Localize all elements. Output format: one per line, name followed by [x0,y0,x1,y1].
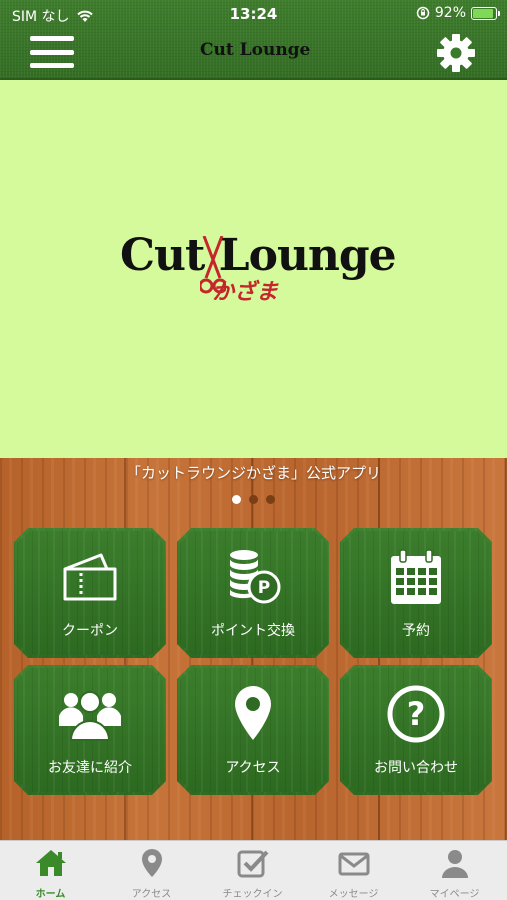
orientation-lock-icon [416,6,430,20]
coupon-button[interactable]: クーポン [14,528,166,658]
home-icon [35,850,66,876]
page-dot-2[interactable] [249,495,258,504]
tab-checkin[interactable]: チェックイン [202,841,303,900]
tab-message-label: メッセージ [328,889,379,900]
battery-fill [473,8,494,18]
question-circle-icon: ? [387,685,445,743]
coins-point-icon: P [230,550,281,604]
access-label: アクセス [225,760,281,776]
scissors-icon [200,236,226,294]
point-exchange-label: ポイント交換 [211,623,295,639]
gear-icon[interactable] [435,32,477,74]
tab-home-label: ホーム [35,889,66,900]
app-header: Cut Lounge [0,28,507,78]
svg-text:?: ? [407,695,426,733]
tab-home[interactable]: ホーム [0,841,101,900]
top-bar: SIM なし 13:24 92% Cut Lounge [0,0,507,80]
page-dot-1[interactable] [232,495,241,504]
tab-message[interactable]: メッセージ [303,841,404,900]
group-users-icon [59,691,121,741]
access-button[interactable]: アクセス [177,665,329,795]
coupon-label: クーポン [62,623,118,639]
battery-percent: 92% [434,5,466,21]
checkbox-icon [237,850,268,878]
contact-label: お問い合わせ [374,760,458,776]
calendar-icon [391,549,441,604]
map-pin-icon [141,849,162,877]
shop-logo: Cut Lounge かざま [120,230,397,310]
page-dot-3[interactable] [266,495,275,504]
tab-checkin-label: チェックイン [222,889,283,900]
reservation-button[interactable]: 予約 [340,528,492,658]
refer-friend-button[interactable]: お友達に紹介 [14,665,166,795]
tab-access[interactable]: アクセス [101,841,202,900]
banner-text: 「カットラウンジかざま」公式アプリ [125,464,381,482]
refer-friend-label: お友達に紹介 [48,760,132,776]
battery-icon [471,6,500,20]
bottom-tab-bar: ホーム アクセス チェックイン メッセージ マイページ [0,840,507,900]
map-pin-icon [235,686,271,740]
user-icon [441,850,468,878]
hamburger-menu-icon[interactable] [30,34,74,70]
tab-mypage[interactable]: マイページ [404,841,505,900]
status-bar: SIM なし 13:24 92% [0,0,507,28]
svg-text:P: P [258,578,270,598]
envelope-icon [338,852,369,876]
tab-access-label: アクセス [131,889,172,900]
menu-board: 「カットラウンジかざま」公式アプリ クーポン P ポイント交換 予約 お友達に紹… [0,458,507,840]
contact-button[interactable]: ? お問い合わせ [340,665,492,795]
ticket-icon [63,553,117,601]
point-exchange-button[interactable]: P ポイント交換 [177,528,329,658]
tab-mypage-label: マイページ [429,889,480,900]
page-indicator[interactable] [0,495,507,504]
header-logo: Cut Lounge [200,40,310,64]
reservation-label: 予約 [402,623,430,639]
status-right: 92% [416,5,500,21]
header-logo-text: Cut Lounge [200,40,311,60]
hero-banner: Cut Lounge かざま [0,80,507,458]
